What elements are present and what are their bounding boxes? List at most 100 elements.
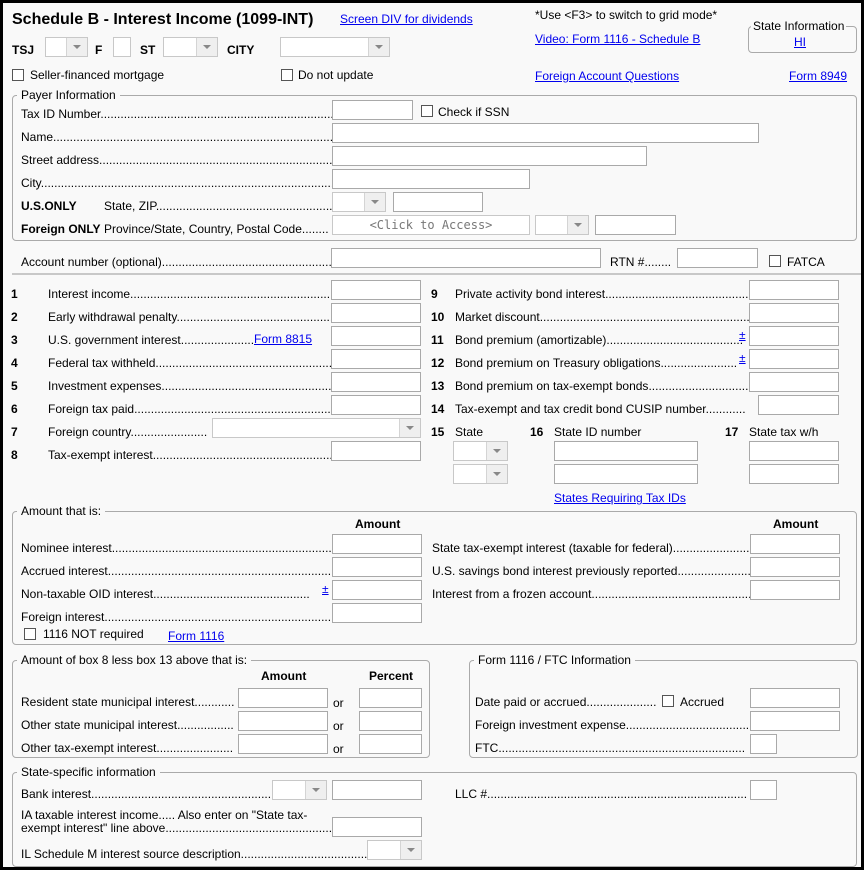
- box-6-label: Foreign tax paid........................…: [48, 402, 345, 416]
- ia-taxable-interest-input[interactable]: [332, 817, 422, 837]
- plus-minus-icon[interactable]: ±: [322, 583, 329, 595]
- llc-number-input[interactable]: [750, 780, 777, 800]
- street-address-input[interactable]: [332, 146, 647, 166]
- nominee-interest-input[interactable]: [332, 534, 422, 554]
- box-number: 10: [431, 310, 445, 324]
- box-6-foreign-tax-paid-input[interactable]: [331, 395, 421, 415]
- st-dropdown[interactable]: [163, 37, 218, 57]
- form-8815-link[interactable]: Form 8815: [254, 332, 312, 346]
- seller-financed-checkbox[interactable]: [12, 69, 24, 81]
- rtn-input[interactable]: [677, 248, 758, 268]
- fatca-checkbox[interactable]: [769, 255, 781, 267]
- account-number-label: Account number (optional)...............…: [21, 255, 346, 269]
- savings-bond-interest-input[interactable]: [750, 557, 840, 577]
- box-7-foreign-country-dropdown[interactable]: [212, 418, 421, 438]
- box-11-bond-premium-input[interactable]: [749, 326, 839, 346]
- box-16-state-id-input-1[interactable]: [554, 441, 698, 461]
- other-tax-exempt-percent-input[interactable]: [359, 734, 422, 754]
- account-number-input[interactable]: [331, 248, 601, 268]
- country-dropdown[interactable]: [535, 215, 589, 235]
- box-5-investment-expenses-input[interactable]: [331, 372, 421, 392]
- state-tax-exempt-interest-input[interactable]: [750, 534, 840, 554]
- payer-city-input[interactable]: [332, 169, 530, 189]
- accrued-checkbox[interactable]: [662, 695, 674, 707]
- box-number: 14: [431, 402, 445, 416]
- tsj-dropdown[interactable]: [45, 37, 88, 57]
- city-dropdown[interactable]: [280, 37, 390, 57]
- page-title: Schedule B - Interest Income (1099-INT): [12, 11, 314, 28]
- foreign-account-questions-link[interactable]: Foreign Account Questions: [535, 69, 679, 83]
- or-label: or: [333, 696, 344, 710]
- plus-minus-icon[interactable]: ±: [739, 329, 746, 341]
- section-divider: [12, 273, 861, 275]
- form-8949-link[interactable]: Form 8949: [789, 69, 847, 83]
- screen-div-link[interactable]: Screen DIV for dividends: [340, 12, 473, 26]
- city-field-label: City....................................…: [21, 176, 365, 190]
- chevron-down-icon: [400, 841, 421, 859]
- resident-municipal-percent-input[interactable]: [359, 688, 422, 708]
- box-9-private-activity-bond-input[interactable]: [749, 280, 839, 300]
- box-3-us-government-interest-input[interactable]: [331, 326, 421, 346]
- box-14-cusip-input[interactable]: [758, 395, 839, 415]
- box-17-state-tax-input-2[interactable]: [749, 464, 839, 484]
- accrued-interest-input[interactable]: [332, 557, 422, 577]
- non-taxable-oid-label: Non-taxable OID interest................…: [21, 587, 310, 601]
- postal-code-input[interactable]: [595, 215, 676, 235]
- plus-minus-icon[interactable]: ±: [739, 352, 746, 364]
- payer-name-input[interactable]: [332, 123, 759, 143]
- resident-municipal-amount-input[interactable]: [238, 688, 328, 708]
- box-13-label: Bond premium on tax-exempt bonds........…: [455, 379, 749, 393]
- box-10-label: Market discount.........................…: [455, 310, 794, 324]
- box-12-treasury-premium-input[interactable]: [749, 349, 839, 369]
- box-13-tax-exempt-premium-input[interactable]: [749, 372, 839, 392]
- tax-id-input[interactable]: [332, 100, 413, 120]
- f-field[interactable]: [113, 37, 131, 57]
- payer-zip-input[interactable]: [393, 192, 483, 212]
- 1116-not-required-checkbox[interactable]: [24, 628, 36, 640]
- date-paid-input[interactable]: [750, 688, 840, 708]
- foreign-interest-input[interactable]: [332, 603, 422, 623]
- video-form-1116-link[interactable]: Video: Form 1116 - Schedule B: [535, 32, 700, 46]
- payer-state-dropdown[interactable]: [332, 192, 386, 212]
- box-number: 2: [11, 310, 18, 324]
- do-not-update-label: Do not update: [298, 68, 374, 82]
- ftc-input[interactable]: [750, 734, 777, 754]
- other-state-municipal-amount-input[interactable]: [238, 711, 328, 731]
- other-tax-exempt-amount-input[interactable]: [238, 734, 328, 754]
- box-15-state-dropdown-2[interactable]: [453, 464, 508, 484]
- box-10-market-discount-input[interactable]: [749, 303, 839, 323]
- box-2-early-withdrawal-input[interactable]: [331, 303, 421, 323]
- us-only-label: U.S.ONLY: [21, 199, 77, 213]
- box-15-state-dropdown-1[interactable]: [453, 441, 508, 461]
- check-if-ssn-checkbox[interactable]: [421, 105, 433, 117]
- box-4-federal-tax-withheld-input[interactable]: [331, 349, 421, 369]
- il-schedule-m-dropdown[interactable]: [367, 840, 422, 860]
- box-1-interest-income-input[interactable]: [331, 280, 421, 300]
- bank-interest-state-dropdown[interactable]: [272, 780, 327, 800]
- box8-less-box13-title: Amount of box 8 less box 13 above that i…: [17, 653, 252, 667]
- check-if-ssn-label: Check if SSN: [438, 105, 510, 119]
- bank-interest-label: Bank interest...........................…: [21, 787, 275, 801]
- foreign-investment-expense-input[interactable]: [750, 711, 840, 731]
- other-state-municipal-percent-input[interactable]: [359, 711, 422, 731]
- province-state-click-to-access[interactable]: <Click to Access>: [332, 215, 530, 235]
- frozen-account-interest-input[interactable]: [750, 580, 840, 600]
- box-number: 16: [530, 425, 544, 439]
- amount-header-left: Amount: [355, 517, 401, 531]
- form-1116-link[interactable]: Form 1116: [168, 629, 224, 643]
- do-not-update-checkbox[interactable]: [281, 69, 293, 81]
- schedule-b-form: Schedule B - Interest Income (1099-INT) …: [3, 3, 861, 867]
- box-16-state-id-input-2[interactable]: [554, 464, 698, 484]
- amount-header: Amount: [261, 669, 307, 683]
- resident-municipal-label: Resident state municipal interest.......…: [21, 695, 235, 709]
- state-hi-link[interactable]: HI: [794, 35, 806, 49]
- box-number: 9: [431, 287, 438, 301]
- bank-interest-input[interactable]: [332, 780, 422, 800]
- box-17-state-tax-input-1[interactable]: [749, 441, 839, 461]
- states-requiring-tax-ids-link[interactable]: States Requiring Tax IDs: [554, 491, 686, 505]
- non-taxable-oid-input[interactable]: [332, 580, 422, 600]
- box-15-label: State: [455, 425, 484, 439]
- box-12-label: Bond premium on Treasury obligations....…: [455, 356, 738, 370]
- box-number: 13: [431, 379, 445, 393]
- box-8-tax-exempt-interest-input[interactable]: [331, 441, 421, 461]
